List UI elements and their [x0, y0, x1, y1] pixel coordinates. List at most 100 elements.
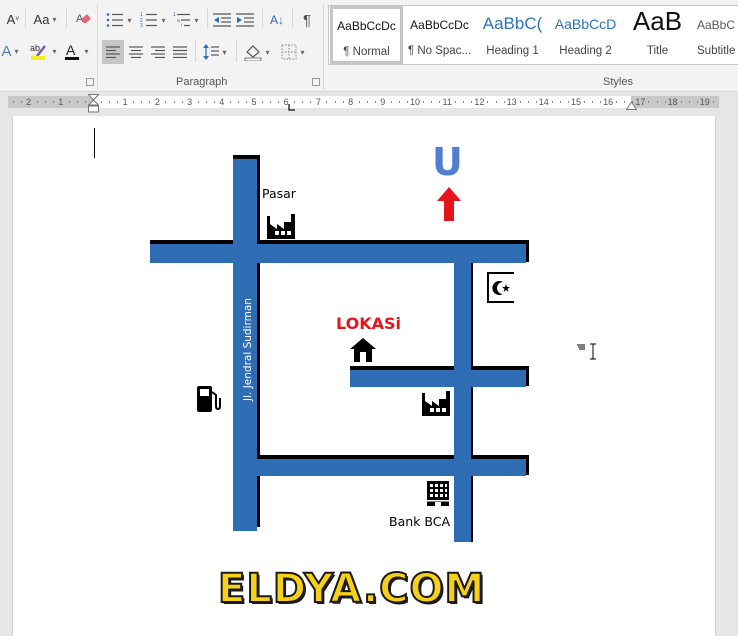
align-center-button[interactable] — [125, 41, 147, 63]
style-heading-1[interactable]: AaBbC( Heading 1 — [476, 6, 549, 64]
factory-icon — [422, 391, 450, 416]
line-spacing-icon — [203, 44, 220, 60]
ruler-tick — [487, 101, 489, 103]
ruler-tick — [302, 101, 304, 103]
font-color-button[interactable]: A ▾ — [60, 40, 92, 62]
ruler-tick — [551, 101, 553, 103]
dropdown-arrow-icon: ▾ — [52, 14, 57, 24]
ruler-number: 13 — [506, 97, 517, 107]
ruler-number: 16 — [603, 97, 614, 107]
ibeam-cursor-icon — [577, 343, 596, 360]
borders-button[interactable]: ▾ — [276, 41, 310, 63]
ruler-tick — [535, 101, 537, 103]
indent-marker-icon[interactable] — [88, 94, 99, 114]
style-subtitle[interactable]: AaBbC Subtitle — [691, 6, 738, 64]
ruler-tick — [406, 101, 408, 103]
pilcrow-icon: ¶ — [302, 11, 312, 29]
ruler-tick — [567, 101, 569, 103]
ruler-number: 4 — [219, 97, 225, 107]
highlight-color-button[interactable]: ab ▾ — [26, 40, 60, 62]
highlighter-icon: ab — [30, 43, 47, 60]
horizontal-ruler[interactable]: 2 1 1 2 3 4 5 6 7 8 9 10 11 12 13 14 15 16 17 18 19 — [0, 92, 738, 114]
ruler-tick — [141, 101, 143, 103]
ruler-number: 1 — [58, 97, 64, 107]
change-case-button[interactable]: Aa ▾ — [30, 8, 60, 30]
ruler-tick — [423, 101, 425, 103]
group-separator — [97, 4, 98, 90]
ruler-tick — [366, 101, 368, 103]
ribbon: A ˅ Aa ▾ A A ▾ ab ▾ A ▾ ▾ 123 ▾ 1ai ▾ A↓ ¶ — [0, 0, 738, 92]
paragraph-dialog-launcher-icon[interactable] — [312, 78, 320, 86]
dropdown-arrow-icon: ▾ — [127, 15, 132, 25]
style-title[interactable]: AaB Title — [621, 6, 694, 64]
eraser-icon: A — [76, 13, 91, 25]
dropdown-arrow-icon: ▾ — [265, 47, 270, 57]
mosque-icon — [487, 272, 514, 303]
borders-icon — [281, 44, 297, 60]
svg-text:1: 1 — [173, 12, 176, 18]
ruler-tick — [455, 101, 457, 103]
shrink-font-button[interactable]: A ˅ — [2, 8, 24, 30]
paint-bucket-icon — [245, 45, 262, 61]
ruler-tick — [197, 101, 199, 103]
multilevel-list-button[interactable]: 1ai ▾ — [171, 9, 201, 31]
watermark-logo: ELDYA.COM — [217, 565, 486, 613]
ruler-tick — [262, 101, 264, 103]
ruler-tick — [36, 101, 38, 103]
ruler-tick — [237, 101, 239, 103]
styles-gallery: AaBbCcDc ¶ Normal AaBbCcDc ¶ No Spac... … — [328, 5, 738, 65]
decrease-indent-button[interactable] — [211, 9, 233, 31]
ruler-tick — [117, 101, 119, 103]
dropdown-arrow-icon: ▾ — [300, 47, 305, 57]
shading-button[interactable]: ▾ — [240, 41, 274, 63]
north-letter: U — [432, 140, 463, 184]
factory-icon — [267, 214, 295, 239]
ruler-tick — [278, 101, 280, 103]
right-indent-marker-icon[interactable] — [626, 101, 637, 110]
ruler-tick — [76, 101, 78, 103]
style-heading-2[interactable]: AaBbCcD Heading 2 — [549, 6, 622, 64]
ruler-number: 3 — [187, 97, 193, 107]
ruler-number: 9 — [380, 97, 386, 107]
ruler-tick — [205, 101, 207, 103]
text-effects-button[interactable]: A ▾ — [0, 40, 20, 62]
dropdown-arrow-icon: ▾ — [84, 46, 89, 56]
style-preview: AaBbC — [697, 18, 736, 32]
ruler-tick — [680, 101, 682, 103]
ruler-tick — [310, 101, 312, 103]
ruler-tick — [84, 101, 86, 103]
ruler-tick — [213, 101, 215, 103]
bullets-button[interactable]: ▾ — [104, 9, 134, 31]
ruler-tick — [503, 101, 505, 103]
tab-stop-icon[interactable] — [287, 104, 295, 112]
style-no-spacing[interactable]: AaBbCcDc ¶ No Spac... — [403, 6, 476, 64]
style-normal[interactable]: AaBbCcDc ¶ Normal — [330, 6, 403, 64]
dropdown-arrow-icon: ▾ — [194, 15, 199, 25]
bank-label: Bank BCA — [389, 514, 451, 529]
numbering-button[interactable]: 123 ▾ — [138, 9, 168, 31]
style-name: ¶ Normal — [343, 46, 390, 58]
separator — [236, 40, 237, 62]
svg-text:ab: ab — [30, 43, 40, 53]
align-right-button[interactable] — [147, 41, 169, 63]
justify-button[interactable] — [169, 41, 191, 63]
show-formatting-marks-button[interactable]: ¶ — [296, 9, 318, 31]
font-dialog-launcher-icon[interactable] — [86, 78, 94, 86]
sort-button[interactable]: A↓ — [266, 9, 288, 31]
ruler-number: 5 — [251, 97, 257, 107]
road-middle-horizontal — [350, 370, 526, 387]
style-name: ¶ No Spac... — [407, 45, 472, 57]
line-spacing-button[interactable]: ▾ — [199, 41, 231, 63]
window-background — [716, 112, 738, 630]
increase-indent-button[interactable] — [234, 9, 256, 31]
ruler-tick — [245, 101, 247, 103]
ruler-tick — [559, 101, 561, 103]
ruler-tick — [390, 101, 392, 103]
ruler-tick — [527, 101, 529, 103]
align-left-button[interactable] — [102, 40, 124, 64]
ruler-tick — [688, 101, 690, 103]
dropdown-arrow-icon: ▾ — [52, 46, 57, 56]
clear-formatting-button[interactable]: A — [72, 8, 94, 30]
styles-group-label: Styles — [603, 76, 633, 88]
increase-indent-icon — [236, 13, 254, 27]
